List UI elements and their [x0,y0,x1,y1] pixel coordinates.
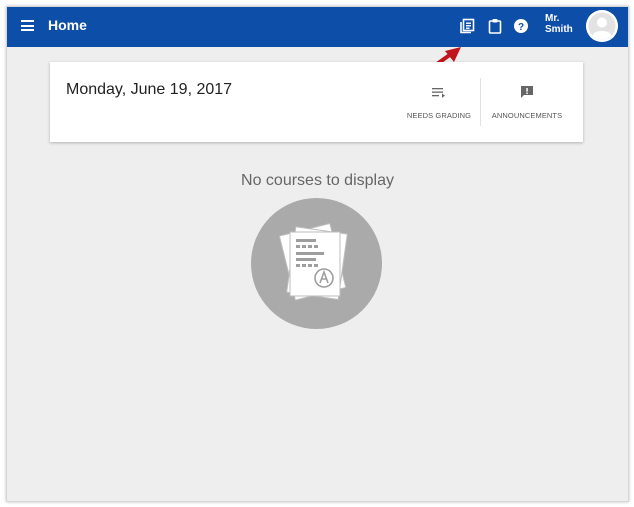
clipboard-icon[interactable] [487,18,503,34]
announcements-button[interactable]: ANNOUNCEMENTS [488,78,566,128]
list-arrow-icon [432,88,445,98]
user-first-name: Mr. [545,13,560,24]
svg-text:?: ? [518,22,524,33]
help-icon[interactable]: ? [513,18,529,34]
top-app-bar: Home ? Mr. Smith [7,7,628,47]
needs-grading-button[interactable]: NEEDS GRADING [404,78,474,128]
empty-state-message: No courses to display [241,172,394,189]
user-avatar-icon[interactable] [586,10,618,42]
hamburger-menu-icon[interactable] [21,20,34,31]
announcements-label: ANNOUNCEMENTS [491,111,563,120]
assignment-papers-icon [278,222,348,301]
current-date: Monday, June 19, 2017 [66,81,233,98]
class-list-icon[interactable] [459,18,475,34]
announcement-icon [521,86,533,98]
needs-grading-label: NEEDS GRADING [406,111,472,120]
user-last-name: Smith [545,24,573,35]
user-name[interactable]: Mr. Smith [545,13,573,35]
page-title: Home [48,17,87,33]
app-window: Home ? Mr. Smith Monday, June 19, 2017 N… [6,6,629,502]
card-divider [480,78,481,126]
date-card: Monday, June 19, 2017 NEEDS GRADING ANNO… [50,62,583,142]
empty-state-illustration [251,198,382,329]
